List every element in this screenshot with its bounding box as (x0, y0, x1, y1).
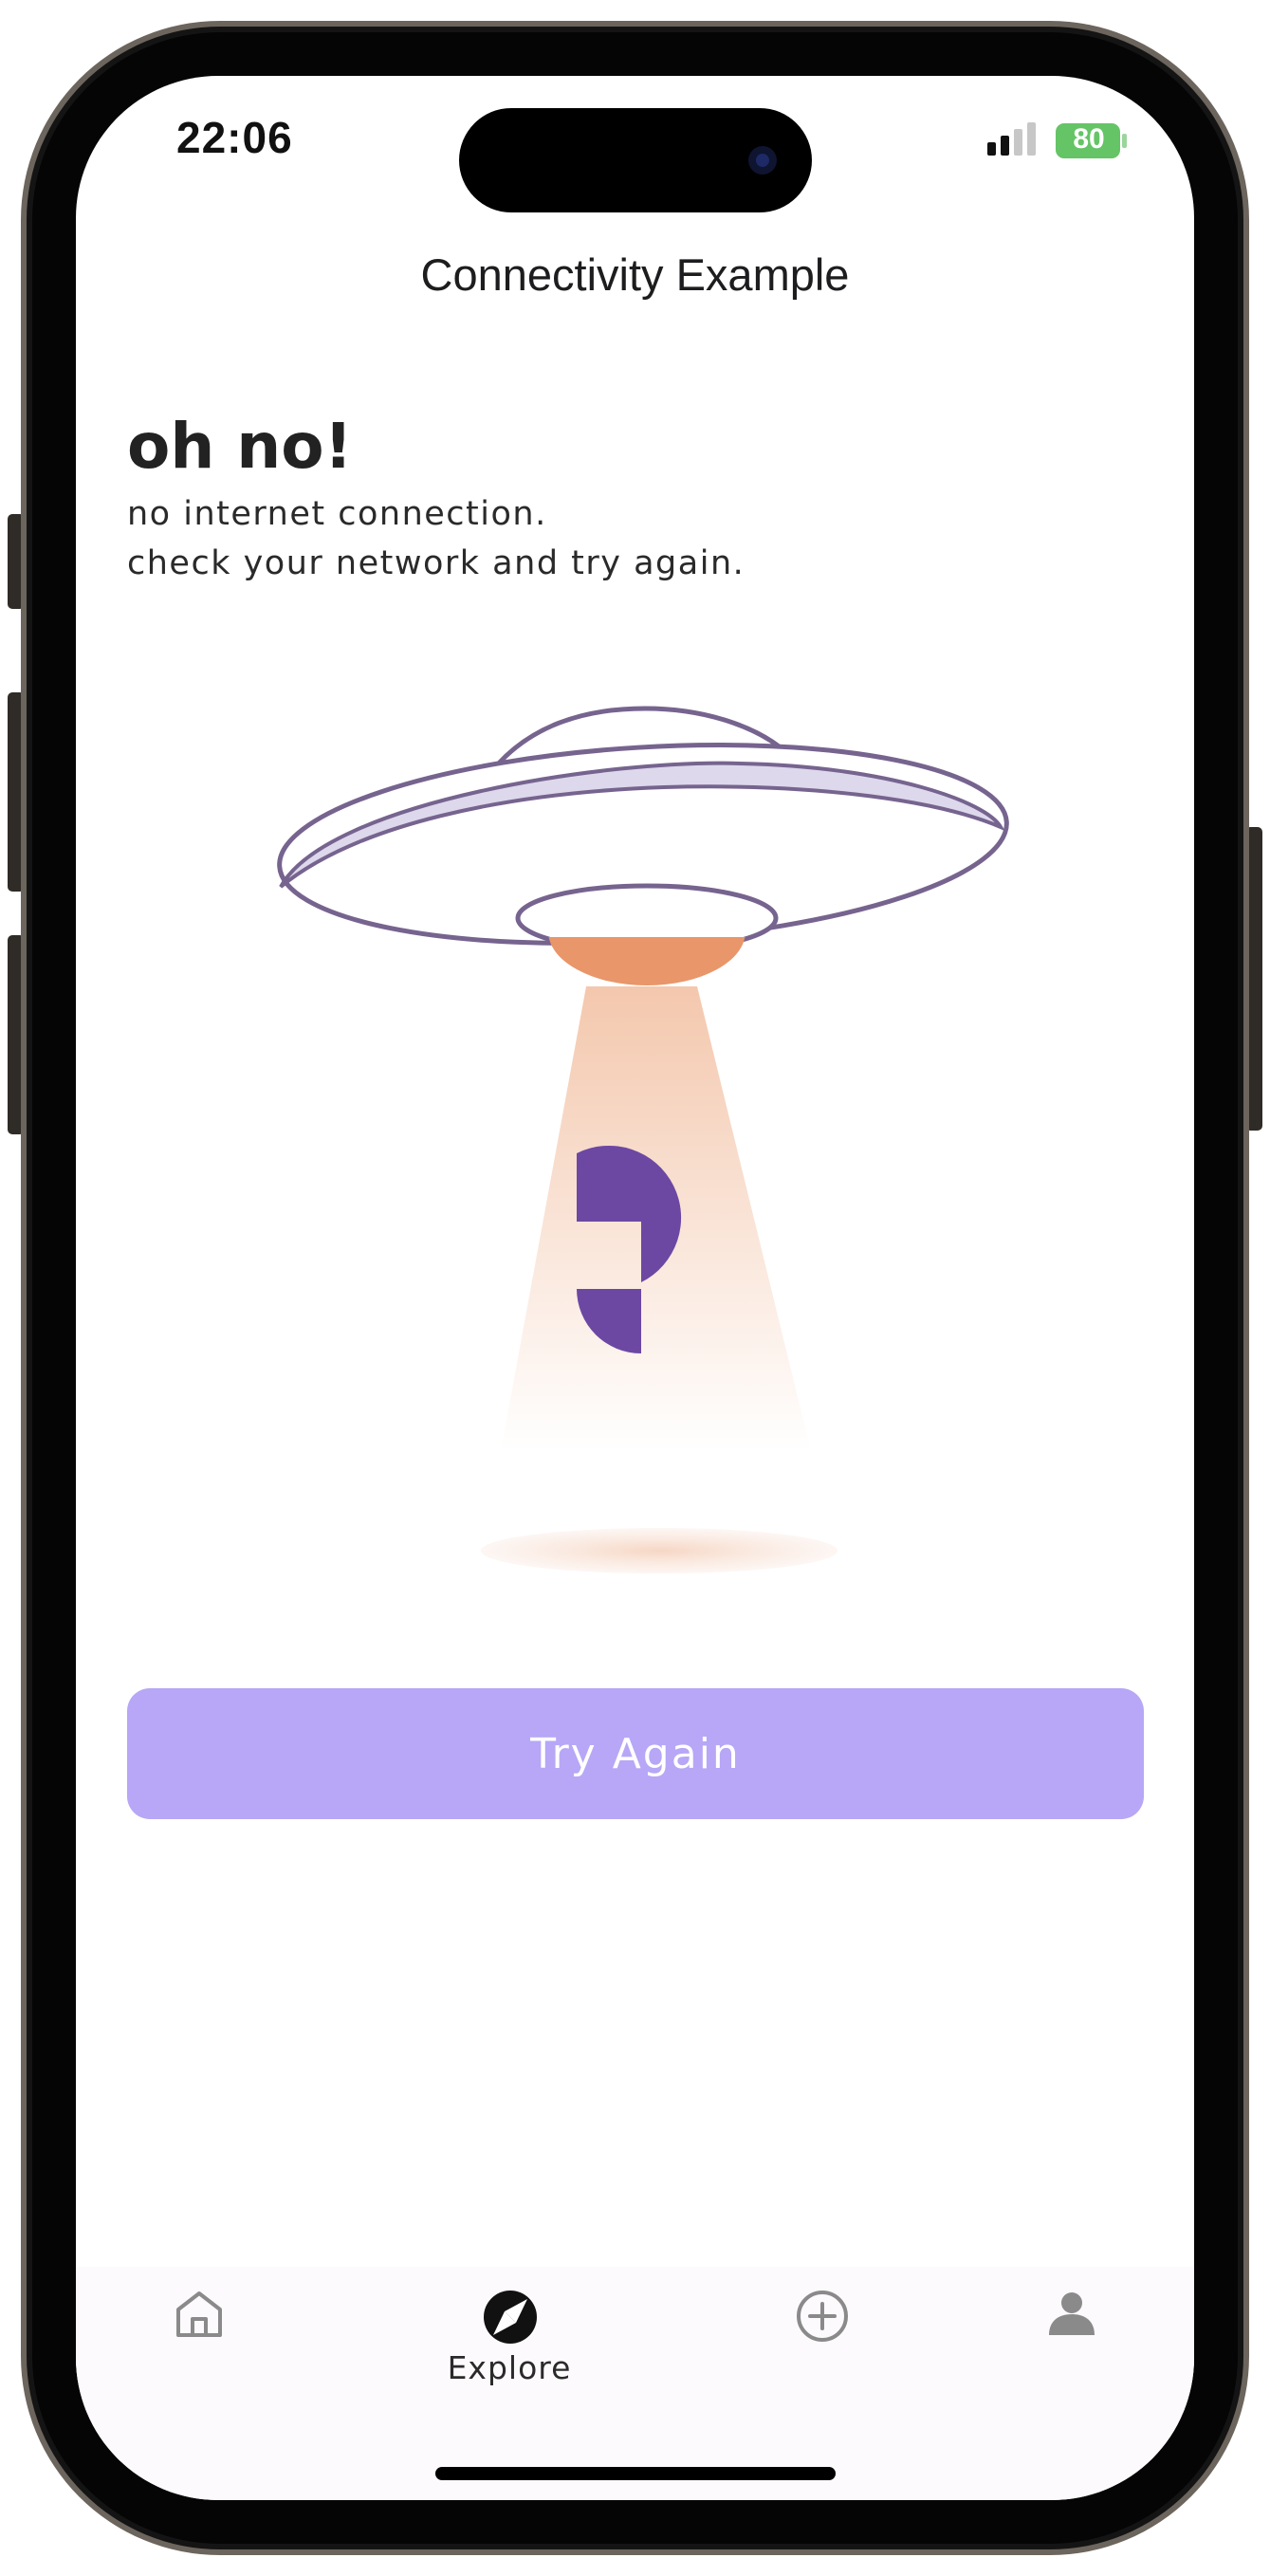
battery-level: 80 (1073, 123, 1105, 155)
error-headline: oh no! (127, 410, 353, 483)
tab-profile[interactable] (986, 2272, 1157, 2395)
error-message: no internet connection. (127, 495, 547, 533)
try-again-button[interactable]: Try Again (127, 1688, 1144, 1819)
status-time: 22:06 (176, 113, 293, 162)
phone-frame (8, 21, 1262, 2555)
home-indicator (435, 2467, 836, 2480)
page-title: Connectivity Example (420, 249, 850, 300)
tab-add[interactable] (737, 2272, 908, 2395)
error-hint: check your network and try again. (127, 544, 745, 582)
tab-explore-label: Explore (447, 2349, 572, 2386)
tab-home[interactable] (114, 2272, 285, 2395)
